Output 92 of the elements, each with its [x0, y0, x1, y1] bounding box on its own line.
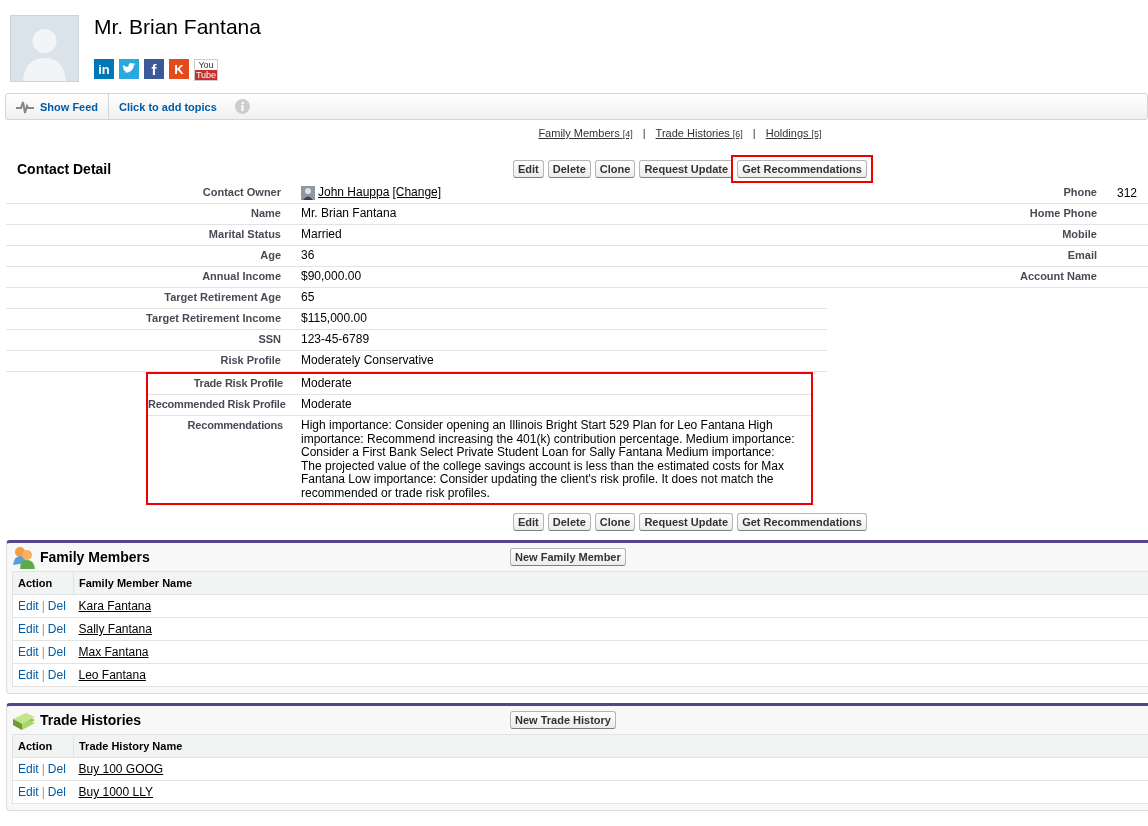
- action-button[interactable]: Edit: [513, 160, 544, 178]
- field-label: Recommendations: [186, 418, 284, 433]
- contact-name: Mr. Brian Fantana: [94, 15, 261, 39]
- action-button[interactable]: Get Recommendations: [737, 513, 867, 531]
- field-label: SSN: [257, 332, 282, 347]
- field-label: Email: [1066, 248, 1098, 263]
- pulse-icon: [16, 99, 34, 114]
- action-button[interactable]: Request Update: [639, 160, 734, 178]
- field-label: Home Phone: [1028, 206, 1098, 221]
- people-icon: [12, 545, 36, 569]
- linkedin-icon[interactable]: in: [94, 59, 114, 79]
- column-header: Trade History Name: [73, 734, 1148, 758]
- column-header: Action: [12, 734, 74, 758]
- field-value: 123-45-6789: [300, 331, 371, 348]
- action-button[interactable]: Get Recommendations: [737, 160, 867, 178]
- field-label: Annual Income: [201, 269, 282, 284]
- field-value: High importance: Consider opening an Illinois Bright Start 529 Plan for Leo Fantana High importance: Recommend increasing the 401(k) contribution percentage. Medium importance: Consider a First Bank Select Private Student Loan for Sally Fantana Medium importance: The projected value of the college savings account is less than the estimated costs for Max Fantana Low importance: Consider updating the client's risk profile. It does not match the recommended or trade risk profiles.: [300, 417, 796, 502]
- edit-link[interactable]: Edit: [18, 622, 39, 636]
- separator: |: [41, 599, 45, 613]
- field-label: Marital Status: [207, 227, 282, 242]
- field-label: Trade Risk Profile: [192, 376, 284, 391]
- list-title: Trade Histories: [40, 712, 143, 728]
- record-link[interactable]: Max Fantana: [78, 645, 149, 659]
- add-topics-link[interactable]: Click to add topics: [109, 100, 227, 113]
- field-value: Moderate: [300, 396, 353, 413]
- action-button[interactable]: Delete: [547, 160, 591, 178]
- field-value: Moderate: [300, 375, 353, 392]
- field-label: Mobile: [1061, 227, 1098, 242]
- field-value: Mr. Brian Fantana: [300, 205, 398, 222]
- new-record-button[interactable]: New Family Member: [510, 548, 626, 566]
- list-title: Family Members: [40, 549, 151, 565]
- klout-icon[interactable]: K: [169, 59, 189, 79]
- field-label: Target Retirement Income: [145, 311, 282, 326]
- action-button[interactable]: Edit: [513, 513, 544, 531]
- edit-link[interactable]: Edit: [18, 645, 39, 659]
- info-icon: [234, 99, 250, 114]
- separator: |: [752, 127, 756, 139]
- field-label: Phone: [1062, 185, 1098, 200]
- action-button[interactable]: Delete: [547, 513, 591, 531]
- field-label: Risk Profile: [219, 353, 282, 368]
- change-link[interactable]: [Change]: [392, 186, 442, 200]
- user-avatar-icon: [301, 186, 315, 200]
- field-value: $115,000.00: [300, 310, 368, 327]
- avatar-icon: [10, 15, 79, 82]
- record-link[interactable]: Leo Fantana: [78, 668, 146, 682]
- field-label: Name: [250, 206, 282, 221]
- bird-icon[interactable]: [119, 59, 139, 79]
- facebook-icon[interactable]: f: [144, 59, 164, 79]
- edit-link[interactable]: Edit: [18, 668, 39, 682]
- separator: |: [41, 668, 45, 682]
- delete-link[interactable]: Del: [47, 622, 66, 636]
- edit-link[interactable]: Edit: [18, 599, 39, 613]
- field-value: 65: [300, 289, 316, 306]
- delete-link[interactable]: Del: [47, 668, 66, 682]
- youtube-icon[interactable]: You Tube: [194, 59, 218, 81]
- edit-link[interactable]: Edit: [18, 785, 39, 799]
- separator: |: [41, 645, 45, 659]
- record-link[interactable]: Buy 1000 LLY: [78, 785, 153, 799]
- field-label: Target Retirement Age: [163, 290, 282, 305]
- field-value: 312: [1116, 185, 1139, 202]
- field-value: $90,000.00: [300, 268, 363, 285]
- field-value: Married: [300, 226, 343, 243]
- related-link[interactable]: Family Members [4]: [538, 127, 633, 139]
- action-button[interactable]: Request Update: [639, 513, 734, 531]
- new-record-button[interactable]: New Trade History: [510, 711, 616, 729]
- delete-link[interactable]: Del: [47, 645, 66, 659]
- field-value: 36: [300, 247, 316, 264]
- field-value: Moderately Conservative: [300, 352, 435, 369]
- related-link[interactable]: Trade Histories [6]: [655, 127, 743, 139]
- delete-link[interactable]: Del: [47, 599, 66, 613]
- section-title: Contact Detail: [17, 161, 113, 177]
- record-link[interactable]: Sally Fantana: [78, 622, 152, 636]
- separator: |: [642, 127, 646, 139]
- separator: |: [41, 785, 45, 799]
- field-label: Account Name: [1018, 269, 1098, 284]
- record-link[interactable]: Kara Fantana: [78, 599, 152, 613]
- delete-link[interactable]: Del: [47, 762, 66, 776]
- separator: |: [41, 762, 45, 776]
- owner-link[interactable]: John Hauppa: [318, 186, 390, 200]
- show-feed-link[interactable]: Show Feed: [40, 100, 99, 113]
- field-label: Age: [259, 248, 282, 263]
- column-header: Family Member Name: [73, 571, 1148, 595]
- edit-link[interactable]: Edit: [18, 762, 39, 776]
- separator: |: [41, 622, 45, 636]
- delete-link[interactable]: Del: [47, 785, 66, 799]
- column-header: Action: [12, 571, 74, 595]
- action-button[interactable]: Clone: [594, 513, 636, 531]
- field-label: Contact Owner: [201, 185, 282, 200]
- field-label: Recommended Risk Profile: [148, 397, 287, 412]
- related-link[interactable]: Holdings [5]: [765, 127, 822, 139]
- record-link[interactable]: Buy 100 GOOG: [78, 762, 164, 776]
- action-button[interactable]: Clone: [594, 160, 636, 178]
